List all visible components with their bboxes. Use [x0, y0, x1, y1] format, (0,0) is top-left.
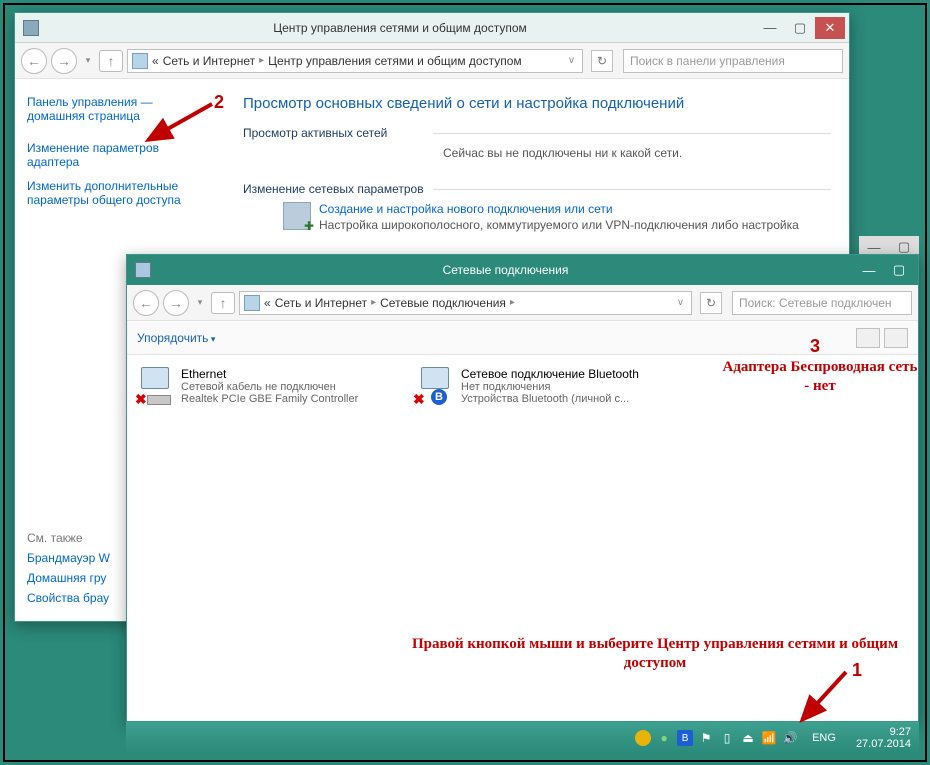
window-title: Сетевые подключения [157, 263, 854, 277]
breadcrumb-icon [244, 295, 260, 311]
tray-network-icon[interactable]: 📶 [761, 730, 777, 746]
breadcrumb[interactable]: « Сеть и Интернет ▸ Центр управления сет… [127, 49, 583, 73]
clock-time: 9:27 [856, 726, 911, 738]
breadcrumb-item[interactable]: Центр управления сетями и общим доступом [268, 54, 522, 68]
nav-forward-button[interactable]: → [51, 48, 77, 74]
refresh-button[interactable]: ↻ [700, 292, 722, 314]
disconnected-icon: ✖ [135, 391, 149, 405]
breadcrumb-item[interactable]: Сеть и Интернет [275, 296, 367, 310]
page-heading: Просмотр основных сведений о сети и наст… [243, 95, 831, 112]
language-indicator[interactable]: ENG [812, 732, 836, 744]
tray-volume-icon[interactable]: 🔊 [782, 730, 798, 746]
active-networks-msg: Сейчас вы не подключены ни к какой сети. [443, 146, 831, 160]
connection-item-ethernet[interactable]: ✖ Ethernet Сетевой кабель не подключен R… [137, 367, 397, 405]
refresh-button[interactable]: ↻ [591, 50, 613, 72]
connection-device: Устройства Bluetooth (личной с... [461, 393, 639, 405]
maximize-button[interactable]: ▢ [785, 17, 815, 39]
breadcrumb-prefix: « [264, 296, 271, 310]
chevron-down-icon[interactable]: v [569, 55, 574, 66]
sidebar-adapter-link[interactable]: Изменение параметров адаптера [27, 141, 213, 169]
bluetooth-icon: B ✖ [417, 367, 453, 403]
chevron-down-icon[interactable]: v [678, 297, 683, 308]
nav-back-button[interactable]: ← [133, 290, 159, 316]
new-connection-link[interactable]: Создание и настройка нового подключения … [319, 202, 613, 216]
disconnected-icon: ✖ [413, 391, 427, 405]
breadcrumb-icon [132, 53, 148, 69]
network-connections-window: Сетевые подключения — ▢ ← → ▾ ↑ « Сеть и… [126, 254, 919, 722]
chevron-right-icon: ▸ [259, 55, 264, 66]
window-title: Центр управления сетями и общим доступом [45, 21, 755, 35]
nav-history-button[interactable]: ▾ [193, 293, 207, 313]
search-input[interactable]: Поиск: Сетевые подключен [732, 291, 912, 315]
tray-app-icon[interactable] [635, 730, 651, 746]
minimize-button[interactable]: — [854, 259, 884, 281]
sidebar-home-link[interactable]: Панель управления — домашняя страница [27, 95, 213, 123]
new-connection-desc: Настройка широкополосного, коммутируемог… [319, 218, 799, 232]
tray-battery-icon[interactable]: ▯ [719, 730, 735, 746]
search-placeholder: Поиск в панели управления [630, 54, 785, 68]
search-placeholder: Поиск: Сетевые подключен [739, 296, 892, 310]
minimize-button[interactable]: — [755, 17, 785, 39]
clock-date: 27.07.2014 [856, 738, 911, 750]
breadcrumb-item[interactable]: Сеть и Интернет [163, 54, 255, 68]
nav-history-button[interactable]: ▾ [81, 51, 95, 71]
close-button[interactable]: ✕ [815, 17, 845, 39]
organize-menu[interactable]: Упорядочить [137, 331, 215, 345]
nav-up-button[interactable]: ↑ [99, 50, 123, 72]
nav-back-button[interactable]: ← [21, 48, 47, 74]
breadcrumb-item[interactable]: Сетевые подключения [380, 296, 506, 310]
titlebar[interactable]: Центр управления сетями и общим доступом… [15, 13, 849, 43]
app-icon [135, 262, 151, 278]
connection-item-bluetooth[interactable]: B ✖ Сетевое подключение Bluetooth Нет по… [417, 367, 677, 405]
tray-eject-icon[interactable]: ⏏ [740, 730, 756, 746]
app-icon [23, 20, 39, 36]
connection-status: Нет подключения [461, 381, 639, 393]
tray-shield-icon[interactable]: ⚑ [698, 730, 714, 746]
change-settings-title: Изменение сетевых параметров [243, 182, 831, 196]
clock[interactable]: 9:27 27.07.2014 [856, 726, 911, 750]
active-networks-title: Просмотр активных сетей [243, 126, 831, 140]
connections-list: ✖ Ethernet Сетевой кабель не подключен R… [127, 355, 918, 417]
connection-status: Сетевой кабель не подключен [181, 381, 358, 393]
toolbar: ← → ▾ ↑ « Сеть и Интернет ▸ Центр управл… [15, 43, 849, 79]
nav-up-button[interactable]: ↑ [211, 292, 235, 314]
taskbar[interactable]: ● B ⚑ ▯ ⏏ 📶 🔊 ENG 9:27 27.07.2014 [126, 722, 919, 754]
help-button[interactable] [884, 328, 908, 348]
connection-device: Realtek PCIe GBE Family Controller [181, 393, 358, 405]
nav-forward-button[interactable]: → [163, 290, 189, 316]
ethernet-icon: ✖ [137, 367, 173, 403]
search-input[interactable]: Поиск в панели управления [623, 49, 843, 73]
bluetooth-badge-icon: B [431, 389, 447, 405]
maximize-button[interactable]: ▢ [884, 259, 914, 281]
chevron-right-icon: ▸ [510, 297, 515, 308]
tray-bluetooth-icon[interactable]: B [677, 730, 693, 746]
tray-skype-icon[interactable]: ● [656, 730, 672, 746]
connection-name: Сетевое подключение Bluetooth [461, 367, 639, 381]
chevron-right-icon: ▸ [371, 297, 376, 308]
new-connection-icon [283, 202, 311, 230]
breadcrumb-prefix: « [152, 54, 159, 68]
view-mode-button[interactable] [856, 328, 880, 348]
sidebar-sharing-link[interactable]: Изменить дополнительные параметры общего… [27, 179, 213, 207]
connection-name: Ethernet [181, 367, 358, 381]
system-tray[interactable]: ● B ⚑ ▯ ⏏ 📶 🔊 [635, 730, 798, 746]
command-bar: Упорядочить [127, 321, 918, 355]
breadcrumb[interactable]: « Сеть и Интернет ▸ Сетевые подключения … [239, 291, 692, 315]
titlebar[interactable]: Сетевые подключения — ▢ [127, 255, 918, 285]
toolbar: ← → ▾ ↑ « Сеть и Интернет ▸ Сетевые подк… [127, 285, 918, 321]
